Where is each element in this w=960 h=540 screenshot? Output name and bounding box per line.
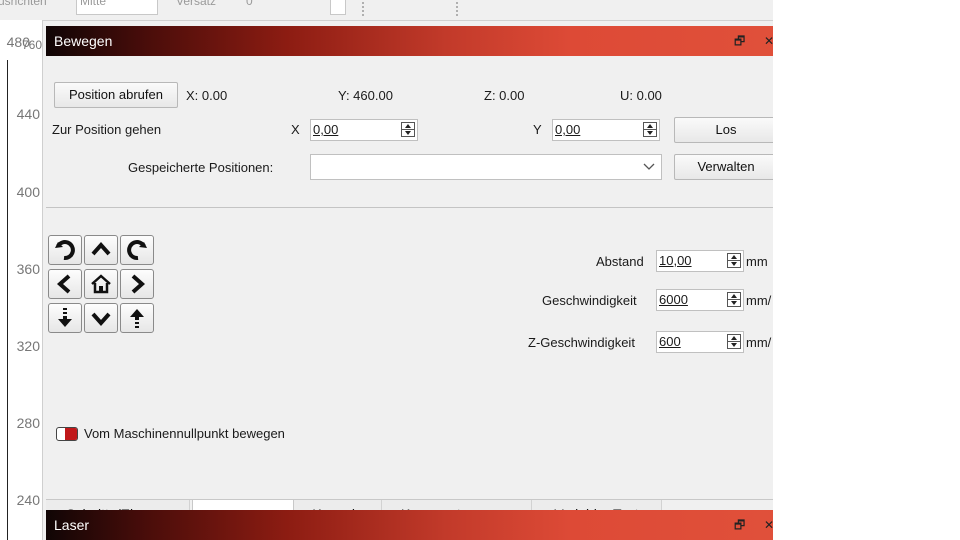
jog-down-button[interactable]: [84, 303, 118, 333]
toolbar-separator: [456, 2, 460, 16]
go-button[interactable]: Los: [674, 117, 773, 143]
spinbox-arrows-icon[interactable]: [643, 122, 657, 137]
goto-y-input[interactable]: 0,00: [552, 119, 660, 141]
spinbox-arrows-icon[interactable]: [727, 253, 741, 268]
toggle-knob: [65, 428, 77, 440]
ruler-label: 440: [16, 106, 40, 122]
goto-x-value: 0,00: [313, 122, 339, 137]
jog-left-button[interactable]: [48, 269, 82, 299]
manage-positions-button[interactable]: Verwalten: [674, 154, 773, 180]
z-down-icon: [58, 308, 72, 327]
vertical-ruler: 480 760 440 400 360 320 280 240: [0, 20, 43, 540]
z-speed-input[interactable]: 600: [656, 331, 744, 353]
saved-positions-label: Gespeicherte Positionen:: [128, 160, 274, 175]
ruler-label: 320: [16, 338, 40, 354]
ruler-label: 280: [16, 415, 40, 431]
laser-panel-titlebar[interactable]: Laser 🗗 ✕: [46, 510, 773, 540]
jog-z-up-button[interactable]: [120, 303, 154, 333]
saved-positions-select[interactable]: [310, 154, 662, 180]
ruler-label: 240: [16, 492, 40, 508]
rotate-left-icon: [55, 240, 75, 261]
chevron-down-icon: [643, 163, 655, 170]
goto-y-label: Y: [533, 122, 542, 137]
z-speed-unit: mm/: [746, 335, 772, 350]
chevron-right-icon: [131, 274, 146, 294]
app-window: Ausrichten Mitte Versatz 0 480 760 440 4…: [0, 0, 773, 540]
jog-rotate-left-button[interactable]: [48, 235, 82, 265]
distance-value: 10,00: [659, 253, 692, 268]
align-select[interactable]: Mitte: [76, 0, 158, 15]
top-toolbar: Ausrichten Mitte Versatz 0: [0, 0, 773, 21]
laser-panel-title: Laser: [54, 517, 90, 533]
section-divider: [46, 207, 773, 208]
chevron-up-icon: [91, 241, 111, 256]
jog-rotate-right-button[interactable]: [120, 235, 154, 265]
jog-home-button[interactable]: [84, 269, 118, 299]
z-speed-label: Z-Geschwindigkeit: [528, 335, 635, 350]
distance-input[interactable]: 10,00: [656, 250, 744, 272]
speed-input[interactable]: 6000: [656, 289, 744, 311]
move-panel-title: Bewegen: [54, 33, 113, 49]
move-panel-titlebar[interactable]: Bewegen 🗗 ✕: [46, 26, 773, 56]
z-up-icon: [130, 309, 144, 328]
offset-label: Versatz: [176, 0, 217, 8]
z-speed-value: 600: [659, 334, 681, 349]
speed-value: 6000: [659, 292, 688, 307]
laser-panel: Laser 🗗 ✕: [46, 510, 773, 540]
rotate-right-icon: [127, 240, 147, 261]
jog-up-button[interactable]: [84, 235, 118, 265]
chevron-left-icon: [56, 274, 71, 294]
goto-y-value: 0,00: [555, 122, 581, 137]
toolbar-separator: [362, 2, 366, 16]
goto-position-label: Zur Position gehen: [52, 122, 162, 137]
goto-x-input[interactable]: 0,00: [310, 119, 418, 141]
align-select-value: Mitte: [80, 0, 107, 8]
chevron-down-icon: [91, 312, 111, 327]
distance-label: Abstand: [596, 254, 644, 269]
get-position-button[interactable]: Position abrufen: [54, 82, 178, 108]
machine-zero-toggle[interactable]: [56, 427, 78, 441]
ruler-label: 760: [21, 38, 42, 52]
position-z-readout: Z: 0.00: [484, 88, 525, 103]
jog-right-button[interactable]: [120, 269, 154, 299]
jog-z-down-button[interactable]: [48, 303, 82, 333]
float-panel-icon[interactable]: 🗗: [734, 26, 745, 56]
float-panel-icon[interactable]: 🗗: [734, 510, 745, 540]
offset-spinner[interactable]: [330, 0, 346, 15]
spinbox-arrows-icon[interactable]: [727, 334, 741, 349]
distance-unit: mm: [746, 254, 768, 269]
ruler-label: 360: [16, 261, 40, 277]
ruler-label: 400: [16, 184, 40, 200]
align-label: Ausrichten: [0, 0, 47, 8]
spinbox-arrows-icon[interactable]: [727, 292, 741, 307]
speed-unit: mm/: [746, 293, 772, 308]
spinbox-arrows-icon[interactable]: [401, 122, 415, 137]
close-panel-icon[interactable]: ✕: [764, 510, 773, 540]
home-icon: [91, 274, 111, 294]
position-x-readout: X: 0.00: [186, 88, 228, 103]
position-y-readout: Y: 460.00: [338, 88, 393, 103]
machine-zero-label: Vom Maschinennullpunkt bewegen: [84, 426, 285, 441]
position-u-readout: U: 0.00: [620, 88, 662, 103]
move-panel: Bewegen 🗗 ✕ Position abrufen X: 0.00 Y: …: [46, 26, 773, 531]
ruler-axis: [7, 60, 8, 540]
close-panel-icon[interactable]: ✕: [764, 26, 773, 56]
offset-value: 0: [246, 0, 253, 8]
speed-label: Geschwindigkeit: [542, 293, 637, 308]
goto-x-label: X: [291, 122, 300, 137]
